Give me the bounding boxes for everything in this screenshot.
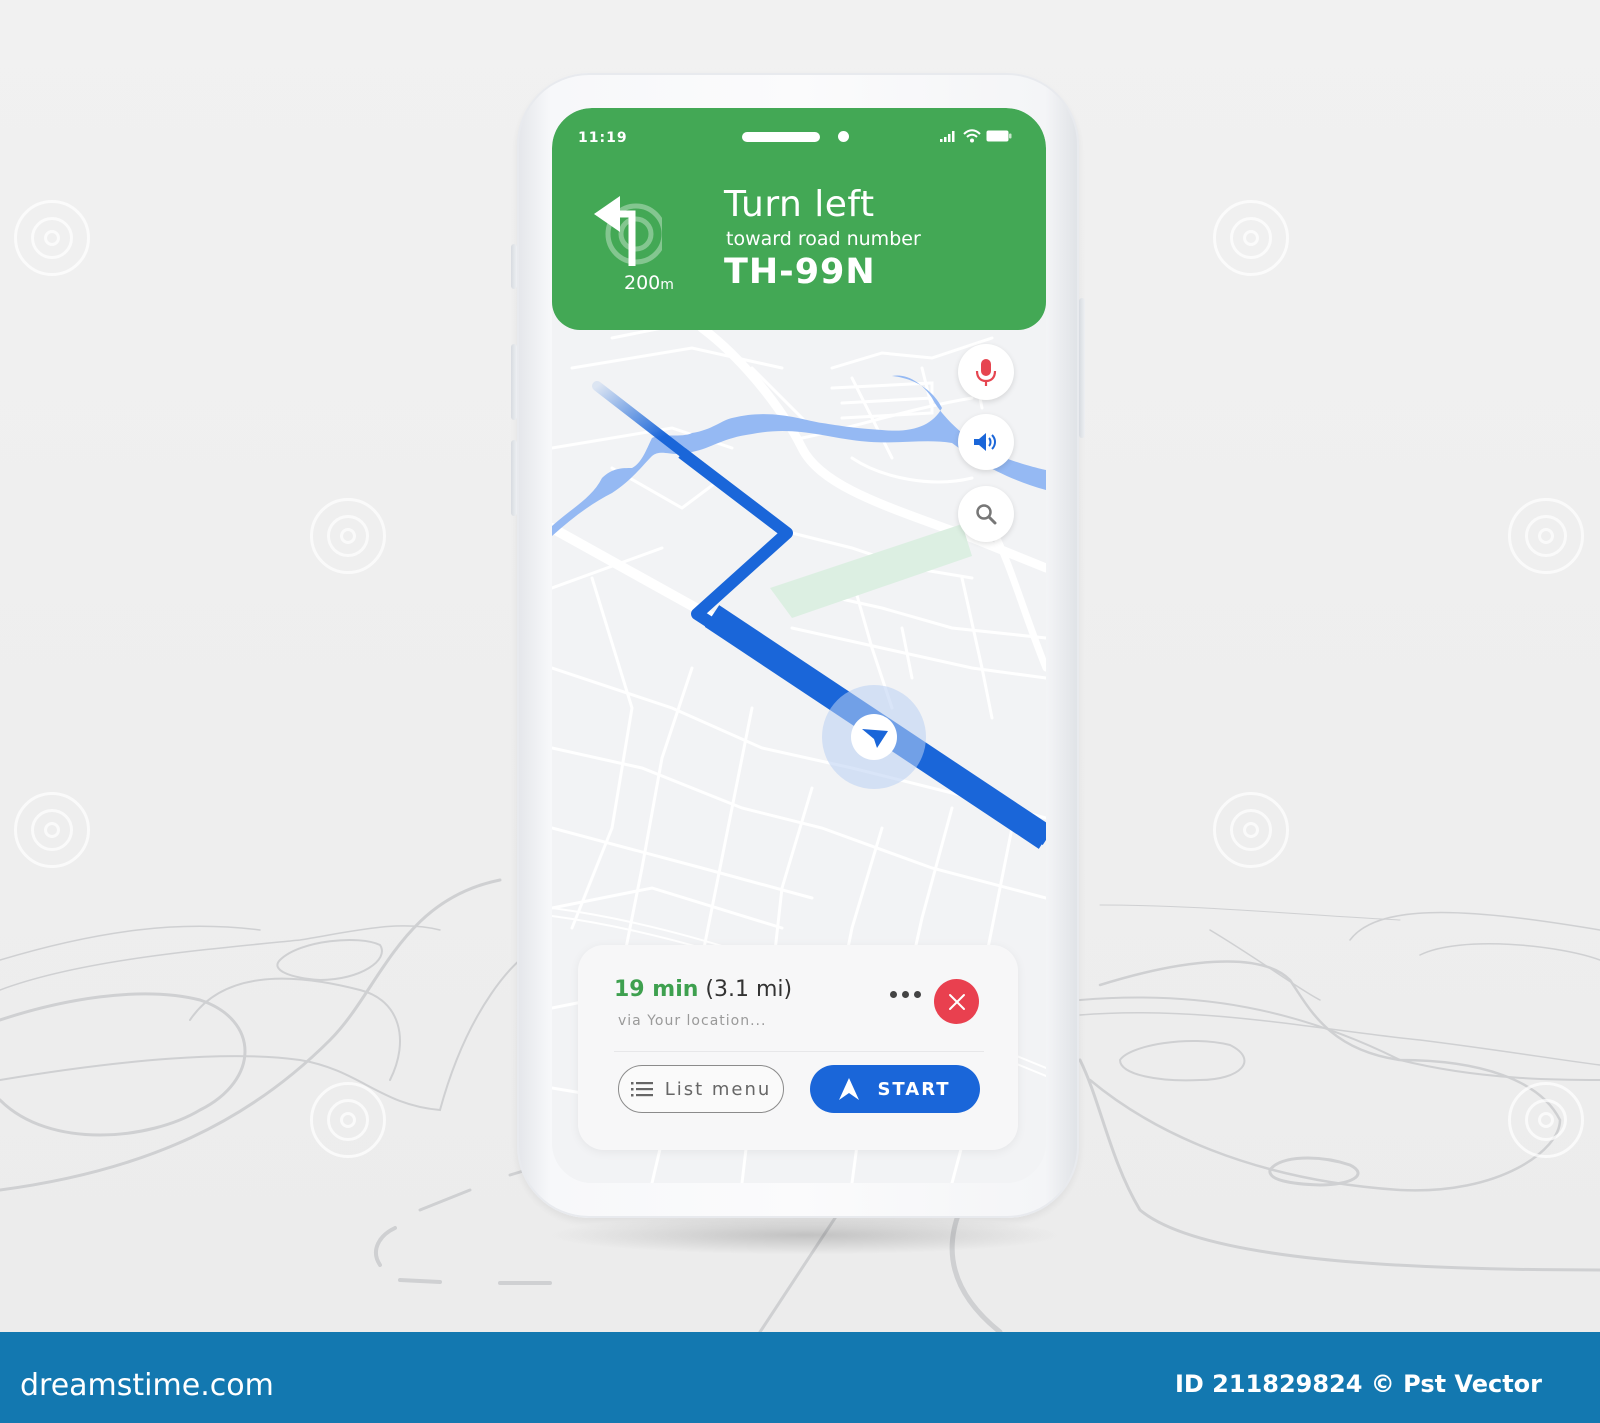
route-via: via Your location... (618, 1013, 767, 1029)
search-icon (976, 504, 997, 525)
contour-line (374, 1226, 397, 1267)
battery-icon (986, 130, 1012, 142)
contour-line (1419, 943, 1600, 961)
start-label: START (877, 1078, 951, 1100)
watermark-logo (14, 792, 90, 868)
phone-shadow (545, 1215, 1065, 1255)
close-route-button[interactable] (934, 979, 979, 1024)
navigation-header: 11:19 200m Turn left toward road number … (552, 108, 1046, 330)
list-menu-button[interactable]: List menu (618, 1065, 784, 1113)
watermark-logo (310, 1082, 386, 1158)
wifi-icon (963, 129, 981, 143)
contour-line (1119, 1039, 1246, 1082)
instruction-subtitle: toward road number (726, 228, 921, 250)
contour-line (276, 939, 383, 982)
road-name: TH-99N (724, 252, 876, 292)
more-horizontal-icon[interactable] (890, 991, 921, 998)
phone-screen: 11:19 200m Turn left toward road number … (552, 108, 1046, 1183)
watermark-logo (1213, 792, 1289, 868)
turn-left-arrow-icon (594, 196, 662, 266)
watermark-logo (1213, 200, 1289, 276)
phone-power-button[interactable] (1079, 298, 1085, 438)
camera-notch (838, 131, 849, 142)
contour-line (189, 977, 401, 1081)
maneuver-distance: 200m (624, 272, 674, 294)
list-icon (630, 1082, 653, 1097)
sound-toggle-button[interactable] (958, 414, 1014, 470)
distance-unit: m (660, 277, 674, 293)
contour-line (398, 1278, 552, 1285)
status-time: 11:19 (578, 130, 628, 146)
speaker-icon (974, 433, 996, 451)
speaker-notch (742, 132, 820, 142)
distance-value: 200 (624, 272, 661, 294)
watermark-logo (310, 498, 386, 574)
watermark-logo (14, 200, 90, 276)
status-icons (940, 128, 1012, 144)
eta-distance: (3.1 mi) (705, 977, 793, 1002)
phone-volume-down-button[interactable] (511, 440, 517, 516)
watermark-logo (1508, 498, 1584, 574)
search-button[interactable] (958, 486, 1014, 542)
footer-banner: dreamstime.com ID 211829824 © Pst Vector (0, 1332, 1600, 1423)
route-summary-card: 19 min (3.1 mi) via Your location... Lis… (578, 945, 1018, 1150)
contour-line (0, 959, 521, 1112)
microphone-icon (975, 359, 997, 386)
eta-time: 19 min (614, 977, 699, 1002)
contour-line (1099, 904, 1401, 921)
start-navigation-button[interactable]: START (810, 1065, 980, 1113)
navigation-arrow-icon (839, 1078, 860, 1100)
watermark-logo (1508, 1082, 1584, 1158)
image-credit: ID 211829824 © Pst Vector (1174, 1370, 1542, 1398)
contour-line (0, 925, 261, 961)
voice-search-button[interactable] (958, 344, 1014, 400)
contour-line (1349, 911, 1600, 941)
list-menu-label: List menu (664, 1078, 772, 1100)
brand-logo[interactable]: dreamstime.com (20, 1368, 274, 1403)
phone-side-button[interactable] (511, 244, 517, 289)
contour-line (0, 992, 247, 1137)
instruction-title: Turn left (724, 184, 875, 225)
card-divider (614, 1051, 984, 1052)
eta: 19 min (3.1 mi) (614, 977, 792, 1002)
signal-icon (940, 131, 955, 142)
phone-volume-up-button[interactable] (511, 344, 517, 420)
contour-line (1209, 929, 1321, 1001)
close-icon (948, 993, 965, 1010)
